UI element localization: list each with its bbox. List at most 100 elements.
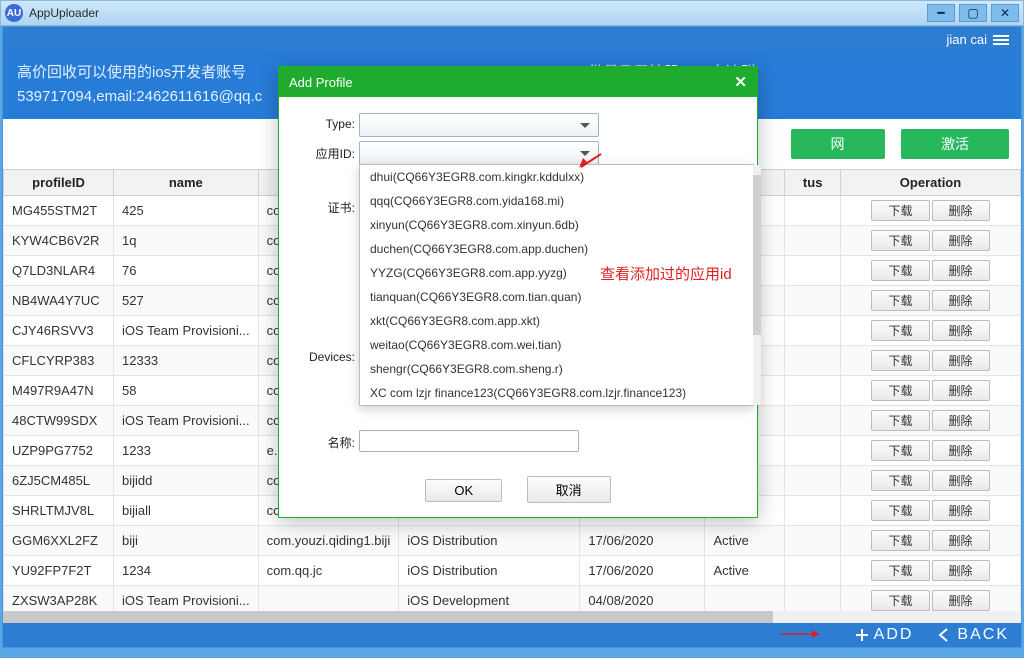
delete-button[interactable]: 删除 <box>932 200 990 221</box>
delete-button[interactable]: 删除 <box>932 500 990 521</box>
download-button[interactable]: 下载 <box>871 560 929 581</box>
type-label: Type: <box>297 113 359 131</box>
cell: iOS Distribution <box>399 556 580 586</box>
dialog-title: Add Profile <box>289 75 353 90</box>
dropdown-item[interactable]: XC com lzjr finance123(CQ66Y3EGR8.com.lz… <box>360 381 753 405</box>
app-header: jian cai <box>3 27 1021 51</box>
download-button[interactable]: 下载 <box>871 500 929 521</box>
cell: iOS Team Provisioni... <box>114 406 259 436</box>
cell: Q7LD3NLAR4 <box>4 256 114 286</box>
delete-button[interactable]: 删除 <box>932 470 990 491</box>
operation-cell: 下载删除 <box>841 406 1021 436</box>
cell: 6ZJ5CM485L <box>4 466 114 496</box>
ok-button[interactable]: OK <box>425 479 502 502</box>
operation-cell: 下载删除 <box>841 256 1021 286</box>
dropdown-item[interactable]: qqq(CQ66Y3EGR8.com.yida168.mi) <box>360 189 753 213</box>
appid-dropdown[interactable]: dhui(CQ66Y3EGR8.com.kingkr.kddulxx)qqq(C… <box>359 164 754 406</box>
delete-button[interactable]: 删除 <box>932 230 990 251</box>
download-button[interactable]: 下载 <box>871 230 929 251</box>
cell: 17/06/2020 <box>580 556 705 586</box>
dropdown-item[interactable]: duchen(CQ66Y3EGR8.com.app.duchen) <box>360 237 753 261</box>
annotation-arrow-dropdown <box>577 152 603 170</box>
cell: 1234 <box>114 556 259 586</box>
download-button[interactable]: 下载 <box>871 200 929 221</box>
table-row[interactable]: GGM6XXL2FZbijicom.youzi.qiding1.bijiiOS … <box>4 526 1021 556</box>
app-logo: AU <box>5 4 23 22</box>
delete-button[interactable]: 删除 <box>932 260 990 281</box>
dropdown-item[interactable]: shengr(CQ66Y3EGR8.com.sheng.r) <box>360 357 753 381</box>
operation-cell: 下载删除 <box>841 556 1021 586</box>
delete-button[interactable]: 删除 <box>932 590 990 611</box>
cancel-button[interactable]: 取消 <box>527 476 611 503</box>
download-button[interactable]: 下载 <box>871 260 929 281</box>
dialog-close-button[interactable]: ✕ <box>734 73 747 91</box>
download-button[interactable]: 下载 <box>871 350 929 371</box>
cell: com.youzi.qiding1.biji <box>258 526 399 556</box>
minimize-button[interactable]: ━ <box>927 4 955 22</box>
cell: 527 <box>114 286 259 316</box>
delete-button[interactable]: 删除 <box>932 440 990 461</box>
window-titlebar: AU AppUploader ━ ▢ ✕ <box>0 0 1024 26</box>
horizontal-scrollbar[interactable] <box>3 611 1021 623</box>
column-header[interactable]: Operation <box>841 170 1021 196</box>
cell: UZP9PG7752 <box>4 436 114 466</box>
name-label: 名称: <box>297 430 359 451</box>
download-button[interactable]: 下载 <box>871 290 929 311</box>
column-header[interactable]: name <box>114 170 259 196</box>
cell: Active <box>705 526 785 556</box>
operation-cell: 下载删除 <box>841 316 1021 346</box>
download-button[interactable]: 下载 <box>871 410 929 431</box>
devices-label: Devices: <box>297 346 359 364</box>
cell: Active <box>705 556 785 586</box>
delete-button[interactable]: 删除 <box>932 410 990 431</box>
delete-button[interactable]: 删除 <box>932 350 990 371</box>
dropdown-item[interactable]: dhui(CQ66Y3EGR8.com.kingkr.kddulxx) <box>360 165 753 189</box>
delete-button[interactable]: 删除 <box>932 290 990 311</box>
arrow-left-icon <box>937 627 953 643</box>
footer-bar: ADD BACK <box>3 623 1021 647</box>
cell: MG455STM2T <box>4 196 114 226</box>
download-button[interactable]: 下载 <box>871 470 929 491</box>
hamburger-icon <box>993 33 1009 45</box>
maximize-button[interactable]: ▢ <box>959 4 987 22</box>
cell: 1233 <box>114 436 259 466</box>
dropdown-item[interactable]: weitao(CQ66Y3EGR8.com.wei.tian) <box>360 333 753 357</box>
delete-button[interactable]: 删除 <box>932 530 990 551</box>
name-input[interactable] <box>359 430 579 452</box>
plus-icon <box>854 627 870 643</box>
delete-button[interactable]: 删除 <box>932 320 990 341</box>
cell: NB4WA4Y7UC <box>4 286 114 316</box>
appid-select[interactable] <box>359 141 599 165</box>
cert-label: 证书: <box>297 195 359 216</box>
close-button[interactable]: ✕ <box>991 4 1019 22</box>
download-button[interactable]: 下载 <box>871 590 929 611</box>
dropdown-item[interactable]: xkt(CQ66Y3EGR8.com.app.xkt) <box>360 309 753 333</box>
delete-button[interactable]: 删除 <box>932 380 990 401</box>
annotation-text: 查看添加过的应用id <box>600 263 732 284</box>
dropdown-item[interactable]: xinyun(CQ66Y3EGR8.com.xinyun.6db) <box>360 213 753 237</box>
cell: iOS Distribution <box>399 526 580 556</box>
column-header[interactable]: tus <box>785 170 841 196</box>
user-menu[interactable]: jian cai <box>947 32 1009 47</box>
download-button[interactable]: 下载 <box>871 320 929 341</box>
cell: GGM6XXL2FZ <box>4 526 114 556</box>
download-button[interactable]: 下载 <box>871 380 929 401</box>
cell: 1q <box>114 226 259 256</box>
download-button[interactable]: 下载 <box>871 530 929 551</box>
download-button[interactable]: 下载 <box>871 440 929 461</box>
website-button[interactable]: 网 <box>791 129 885 159</box>
cell: M497R9A47N <box>4 376 114 406</box>
annotation-arrow-add <box>781 629 821 639</box>
delete-button[interactable]: 删除 <box>932 560 990 581</box>
cell: 58 <box>114 376 259 406</box>
cell: 425 <box>114 196 259 226</box>
table-row[interactable]: YU92FP7F2T1234com.qq.jciOS Distribution1… <box>4 556 1021 586</box>
activate-button[interactable]: 激活 <box>901 129 1009 159</box>
back-button[interactable]: BACK <box>937 626 1009 644</box>
operation-cell: 下载删除 <box>841 496 1021 526</box>
dropdown-item[interactable]: tianquan(CQ66Y3EGR8.com.tian.quan) <box>360 285 753 309</box>
cell: bijiall <box>114 496 259 526</box>
add-button[interactable]: ADD <box>854 626 914 644</box>
type-select[interactable] <box>359 113 599 137</box>
column-header[interactable]: profileID <box>4 170 114 196</box>
